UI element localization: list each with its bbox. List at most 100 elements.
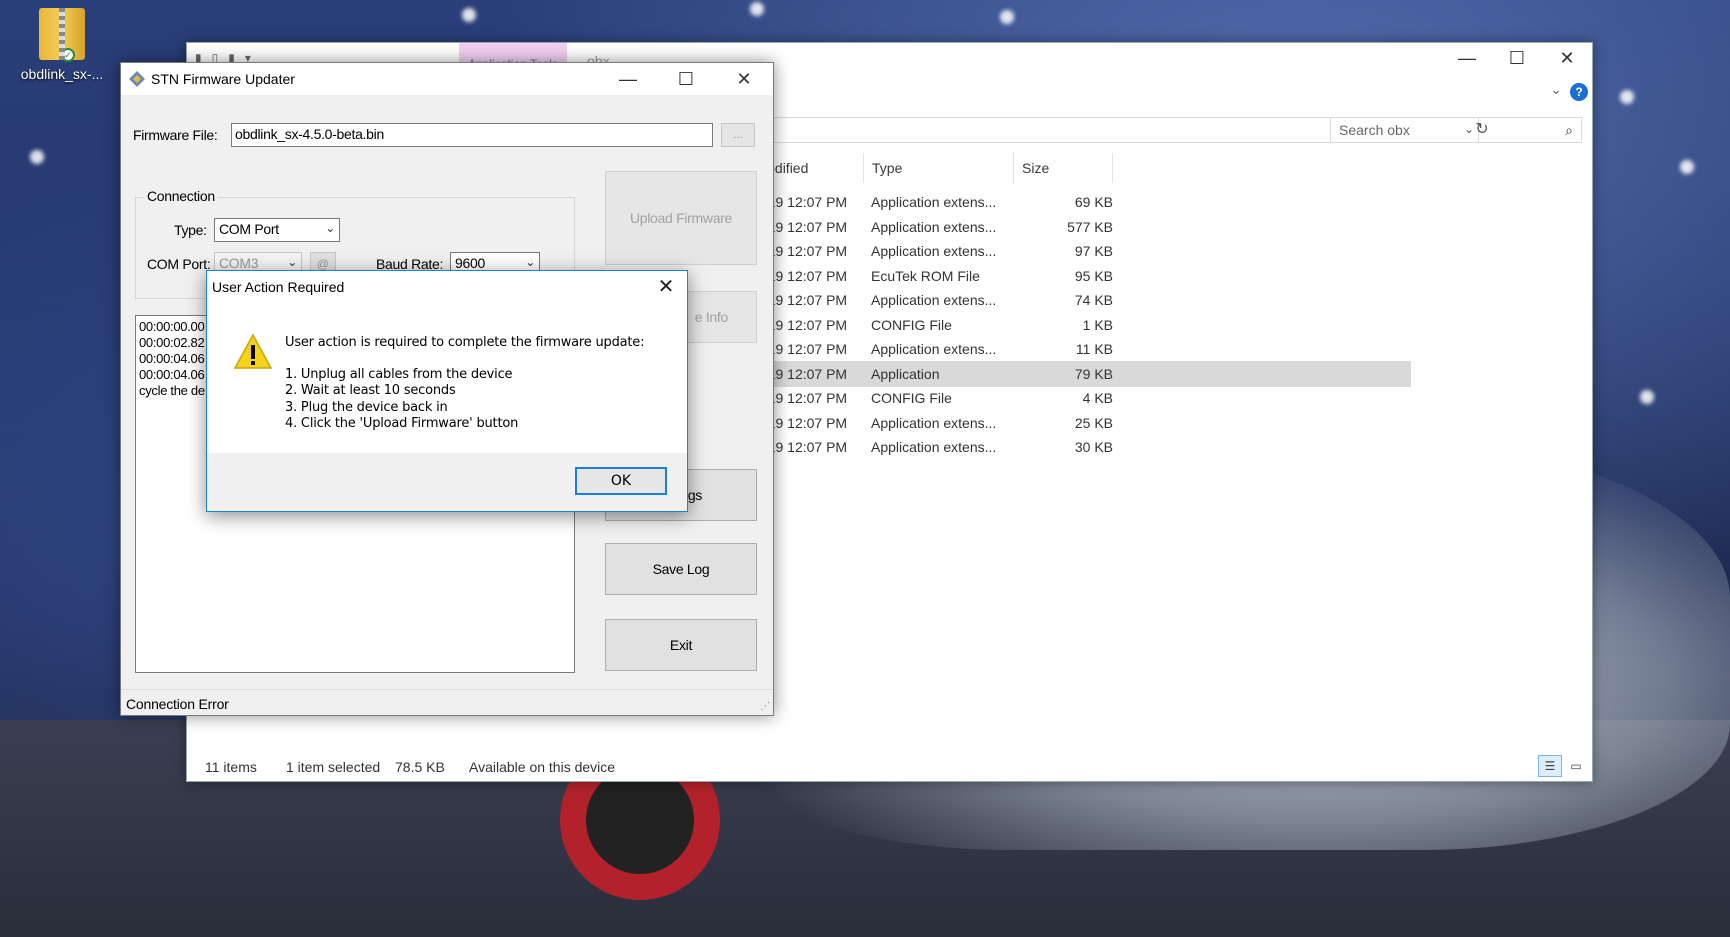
table-row[interactable]: 4/30/2019 12:07 PM Application extens... 6…	[703, 189, 1411, 215]
cell-type: Application extens...	[871, 341, 997, 357]
browse-button[interactable]: ...	[721, 123, 755, 147]
cell-size: 25 KB	[1074, 414, 1113, 431]
upload-firmware-button[interactable]: Upload Firmware	[605, 171, 757, 265]
firmware-file-input[interactable]: obdlink_sx-4.5.0-beta.bin	[231, 123, 713, 147]
table-row[interactable]: 4/30/2019 12:07 PM Application extens... 2…	[703, 410, 1411, 436]
column-headers: Date modified Type Size	[703, 153, 1593, 183]
cell-type: Application extens...	[871, 439, 997, 455]
minimize-button[interactable]: —	[1442, 43, 1492, 73]
sparkle	[30, 150, 44, 164]
search-input[interactable]	[1339, 122, 1549, 138]
stn-title: STN Firmware Updater	[151, 71, 295, 87]
expand-ribbon-icon[interactable]: ⌄	[1550, 81, 1562, 98]
dialog-message: User action is required to complete the …	[285, 335, 644, 433]
sparkle	[1620, 90, 1634, 104]
table-row[interactable]: 4/30/2019 12:07 PM Application extens... 3…	[703, 434, 1411, 460]
cell-size: 1 KB	[1082, 316, 1113, 333]
table-row[interactable]: 4/30/2019 12:07 PM EcuTek ROM File 95 KB	[703, 263, 1411, 289]
type-select[interactable]: COM Port ⌄	[214, 218, 340, 242]
table-row[interactable]: 4/30/2019 12:07 PM Application extens... 9…	[703, 238, 1411, 264]
dialog-close-button[interactable]: ✕	[653, 273, 679, 301]
sparkle	[750, 2, 764, 16]
dialog-step: 3. Plug the device back in	[285, 399, 448, 415]
desktop-icon-label: obdlink_sx-...	[20, 66, 104, 82]
cell-type: Application extens...	[871, 243, 997, 259]
explorer-status-bar: 11 items 1 item selected 78.5 KB Availab…	[187, 751, 1592, 781]
cell-size: 577 KB	[1067, 218, 1113, 235]
details-view-icon[interactable]: ☰	[1538, 755, 1562, 777]
search-box[interactable]: ⌕	[1330, 117, 1582, 143]
sparkle	[1000, 10, 1014, 24]
cell-size: 79 KB	[1074, 365, 1113, 382]
type-label: Type:	[174, 222, 207, 238]
search-icon[interactable]: ⌕	[1565, 122, 1573, 139]
cell-size: 97 KB	[1074, 243, 1113, 259]
status-item-count: 11 items	[205, 759, 257, 775]
connection-legend: Connection	[144, 188, 218, 204]
cell-size: 4 KB	[1082, 390, 1113, 406]
cell-type: Application extens...	[871, 218, 997, 235]
help-icon[interactable]: ?	[1570, 83, 1588, 101]
exit-button[interactable]: Exit	[605, 619, 757, 671]
chevron-down-icon: ⌄	[525, 255, 535, 269]
status-availability: Available on this device	[469, 759, 616, 775]
dialog-step: 1. Unplug all cables from the device	[285, 366, 513, 382]
large-icons-view-icon[interactable]: ▭	[1564, 755, 1588, 777]
table-row[interactable]: 4/30/2019 12:07 PM Application 79 KB	[703, 360, 1411, 387]
firmware-file-label: Firmware File:	[133, 127, 218, 143]
cell-size: 30 KB	[1074, 439, 1113, 455]
status-selection: 1 item selected	[286, 759, 381, 775]
maximize-button[interactable]: ☐	[1492, 43, 1542, 73]
cell-type: CONFIG File	[871, 390, 952, 406]
baud-rate-value: 9600	[455, 255, 485, 271]
cell-size: 11 KB	[1075, 341, 1113, 357]
dialog-title: User Action Required	[212, 279, 345, 295]
table-row[interactable]: 4/30/2019 12:07 PM Application extens... 5…	[703, 214, 1411, 240]
cell-size: 95 KB	[1074, 267, 1113, 284]
warning-icon	[233, 333, 273, 369]
sync-check-icon: ✓	[61, 48, 75, 62]
chevron-down-icon: ⌄	[287, 255, 297, 269]
connection-status: Connection Error	[126, 696, 229, 712]
cell-size: 69 KB	[1074, 194, 1113, 210]
cell-type: Application	[871, 365, 940, 382]
resize-grip-icon[interactable]: ⋰	[760, 701, 770, 712]
stn-maximize-button[interactable]: ☐	[657, 63, 715, 95]
stn-close-button[interactable]: ✕	[715, 63, 773, 95]
cell-type: Application extens...	[871, 292, 997, 308]
chevron-down-icon: ⌄	[325, 221, 335, 235]
app-icon	[129, 71, 145, 87]
com-port-value: COM3	[219, 255, 259, 271]
cell-type: CONFIG File	[871, 316, 952, 333]
dialog-heading: User action is required to complete the …	[285, 335, 645, 350]
stn-minimize-button[interactable]: —	[599, 63, 657, 95]
cell-type: Application extens...	[871, 194, 997, 210]
dialog-step: 2. Wait at least 10 seconds	[285, 383, 456, 398]
sparkle	[1640, 390, 1654, 404]
dialog-footer: OK	[207, 453, 687, 511]
table-row[interactable]: 4/30/2019 12:07 PM CONFIG File 1 KB	[703, 312, 1411, 338]
status-selection-size: 78.5 KB	[395, 759, 445, 775]
user-action-dialog: User Action Required ✕ User action is re…	[206, 270, 688, 512]
cell-type: Application extens...	[871, 414, 997, 431]
sparkle	[1680, 160, 1694, 174]
close-button[interactable]: ✕	[1542, 43, 1592, 73]
column-header-size[interactable]: Size	[1013, 153, 1113, 183]
sparkle	[462, 8, 476, 22]
stn-titlebar: STN Firmware Updater — ☐ ✕	[121, 63, 773, 95]
table-row[interactable]: 4/30/2019 12:07 PM CONFIG File 4 KB	[703, 385, 1411, 411]
desktop-zip-file[interactable]: ✓ obdlink_sx-...	[12, 8, 112, 82]
table-row[interactable]: 4/30/2019 12:07 PM Application extens... 7…	[703, 287, 1411, 313]
stn-status-bar: Connection Error ⋰	[121, 689, 773, 715]
ok-button[interactable]: OK	[575, 467, 667, 495]
cell-size: 74 KB	[1074, 292, 1113, 308]
save-log-button[interactable]: Save Log	[605, 543, 757, 595]
zip-folder-icon: ✓	[39, 8, 85, 62]
column-header-type[interactable]: Type	[863, 153, 1011, 183]
cell-type: EcuTek ROM File	[871, 267, 980, 284]
dialog-steps: 1. Unplug all cables from the device 2. W…	[285, 367, 644, 433]
dialog-step: 4. Click the 'Upload Firmware' button	[285, 416, 519, 431]
com-port-label: COM Port:	[147, 256, 211, 272]
table-row[interactable]: 4/30/2019 12:07 PM Application extens... 1…	[703, 336, 1411, 362]
type-value: COM Port	[219, 221, 279, 237]
